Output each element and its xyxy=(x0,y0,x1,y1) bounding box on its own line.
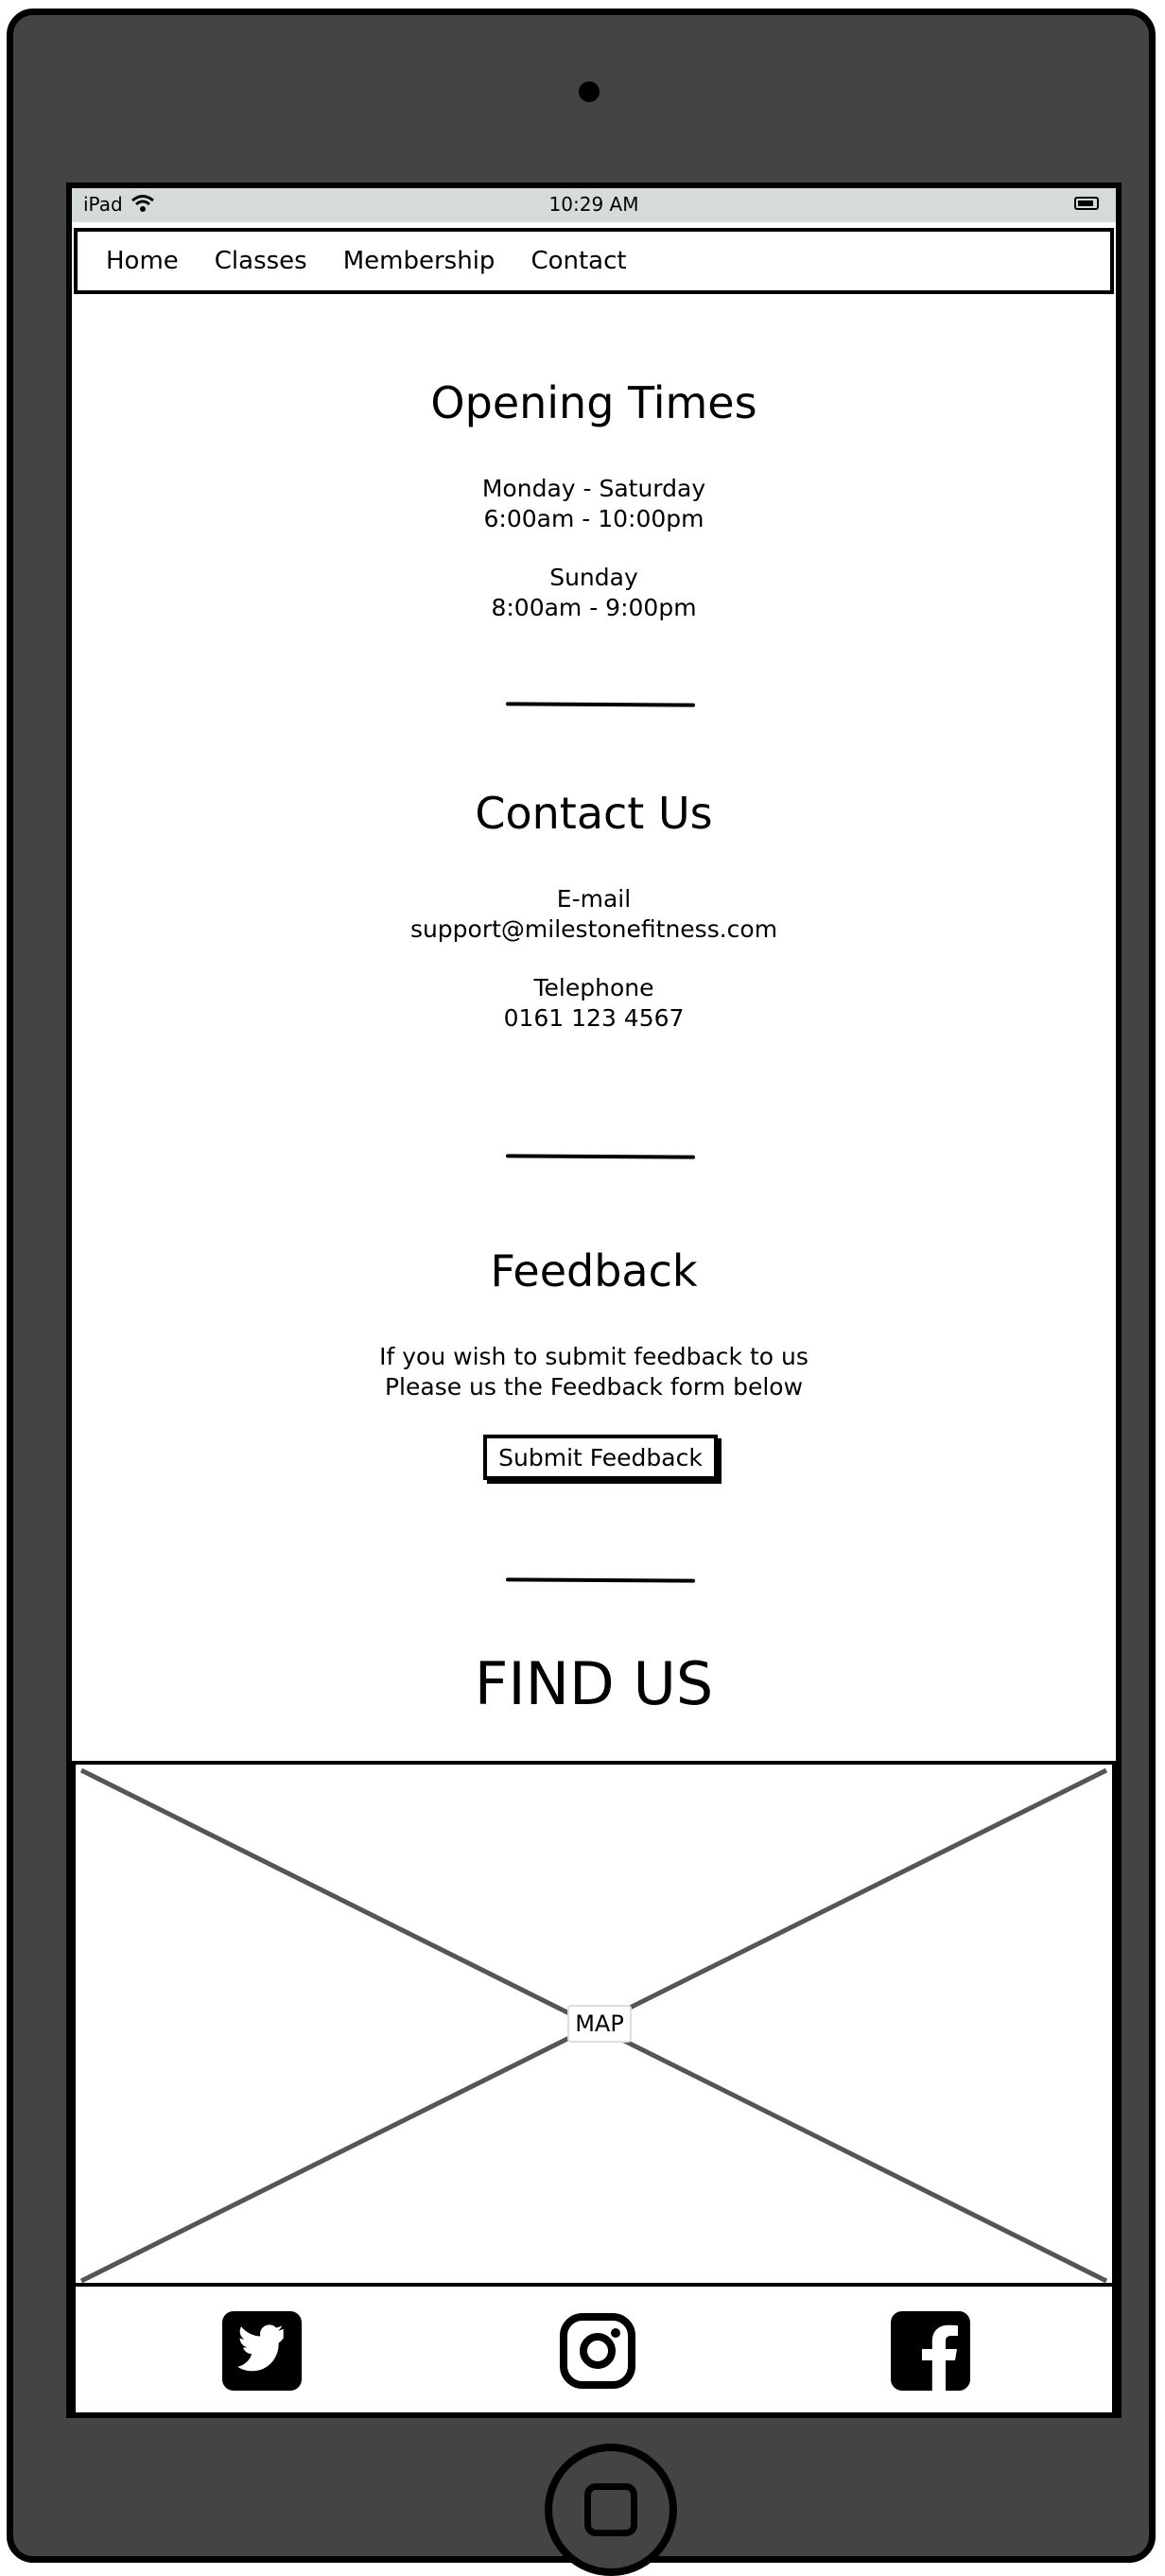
nav-membership[interactable]: Membership xyxy=(343,247,496,275)
feedback-text: If you wish to submit feedback to us Ple… xyxy=(72,1342,1116,1402)
nav-home[interactable]: Home xyxy=(106,247,179,275)
home-button[interactable] xyxy=(545,2444,677,2576)
email-label: E-mail xyxy=(556,885,632,913)
battery-icon xyxy=(1074,197,1099,210)
instagram-icon[interactable] xyxy=(558,2311,637,2391)
nav-classes[interactable]: Classes xyxy=(215,247,307,275)
contact-details: E-mail support@milestonefitness.com Tele… xyxy=(72,884,1116,1034)
ipad-frame: iPad 10:29 AM Home Classes Membership Co… xyxy=(7,9,1156,2576)
phone-number[interactable]: 0161 123 4567 xyxy=(72,1003,1116,1034)
section-divider xyxy=(505,702,696,707)
contact-title: Contact Us xyxy=(475,788,713,839)
status-bar: iPad 10:29 AM xyxy=(72,188,1116,222)
section-divider xyxy=(505,1154,696,1159)
section-divider xyxy=(505,1577,696,1583)
opening-times-details: Monday - Saturday 6:00am - 10:00pm Sunda… xyxy=(72,474,1116,623)
feedback-line-2: Please us the Feedback form below xyxy=(384,1373,804,1401)
navbar: Home Classes Membership Contact xyxy=(74,228,1114,294)
home-button-square-icon xyxy=(584,2483,637,2536)
camera-icon xyxy=(579,81,600,102)
footer xyxy=(72,2287,1116,2412)
feedback-title: Feedback xyxy=(490,1245,698,1297)
weekday-label: Monday - Saturday xyxy=(481,475,706,502)
screen: iPad 10:29 AM Home Classes Membership Co… xyxy=(66,183,1122,2418)
email-address[interactable]: support@milestonefitness.com xyxy=(72,914,1116,945)
facebook-icon[interactable] xyxy=(891,2311,970,2391)
sunday-label: Sunday xyxy=(549,564,638,591)
sunday-hours: 8:00am - 9:00pm xyxy=(491,594,697,621)
submit-feedback-button[interactable]: Submit Feedback xyxy=(483,1435,718,1480)
weekday-hours: 6:00am - 10:00pm xyxy=(483,505,704,532)
nav-contact[interactable]: Contact xyxy=(530,247,626,275)
map-placeholder[interactable]: MAP xyxy=(72,1761,1116,2287)
map-label: MAP xyxy=(567,2005,632,2043)
find-us-title: FIND US xyxy=(474,1649,714,1718)
opening-times-title: Opening Times xyxy=(430,377,757,428)
phone-label: Telephone xyxy=(533,974,654,1001)
status-time: 10:29 AM xyxy=(548,193,639,216)
twitter-icon[interactable] xyxy=(222,2311,302,2391)
feedback-line-1: If you wish to submit feedback to us xyxy=(379,1343,809,1370)
